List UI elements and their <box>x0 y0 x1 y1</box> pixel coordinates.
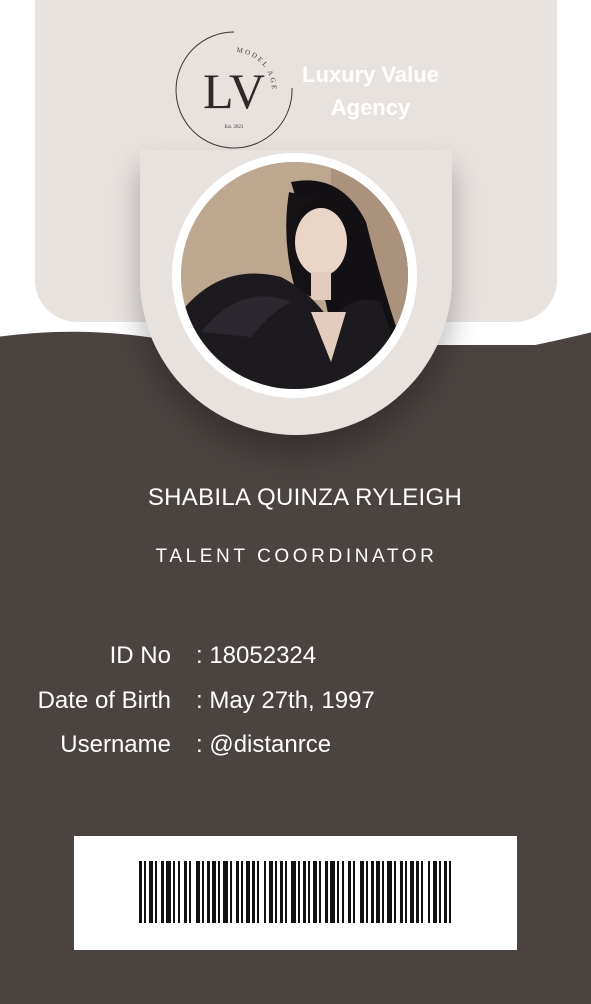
logo-established: Est. 2023 <box>225 125 244 130</box>
barcode-bar <box>433 861 437 923</box>
barcode-bar <box>319 861 321 923</box>
barcode-bar <box>444 861 447 923</box>
person-name: SHABILA QUINZA RYLEIGH <box>147 484 463 511</box>
barcode-bar <box>291 861 296 923</box>
barcode-bar <box>382 861 384 923</box>
barcode-bar <box>246 861 250 923</box>
barcode-bar <box>394 861 396 923</box>
barcode-bar <box>257 861 259 923</box>
barcode-bar <box>428 861 430 923</box>
barcode-bar <box>144 861 146 923</box>
barcode-bar <box>313 861 317 923</box>
barcode-bar <box>449 861 451 923</box>
barcode-panel <box>74 836 517 950</box>
barcode-bar <box>285 861 287 923</box>
barcode-bar <box>212 861 216 923</box>
barcode-bar <box>269 861 273 923</box>
barcode-bar <box>421 861 423 923</box>
agency-name: Luxury Value Agency <box>298 58 443 124</box>
username-value: : @distanrce <box>196 731 332 758</box>
barcode-bar <box>155 861 157 923</box>
barcode-bar <box>298 861 300 923</box>
barcode-bar <box>325 861 328 923</box>
barcode-bar <box>303 861 306 923</box>
barcode-bar <box>184 861 187 923</box>
barcode-bar <box>366 861 368 923</box>
barcode-bar <box>360 861 364 923</box>
id-value: : 18052324 <box>196 642 317 669</box>
agency-logo: LV MODEL AGENCY Est. 2023 <box>174 30 293 149</box>
dob-label: Date of Birth <box>37 687 171 714</box>
barcode-bar <box>348 861 351 923</box>
barcode-bar <box>337 861 339 923</box>
barcode-bar <box>376 861 380 923</box>
barcode-bar <box>387 861 392 923</box>
barcode-bar <box>252 861 255 923</box>
barcode-bar <box>218 861 220 923</box>
barcode-bar <box>280 861 283 923</box>
barcode-bar <box>161 861 164 923</box>
barcode-bar <box>207 861 210 923</box>
barcode-bar <box>400 861 403 923</box>
barcode-bar <box>236 861 239 923</box>
barcode-bar <box>416 861 419 923</box>
barcode-bar <box>139 861 142 923</box>
barcode-bar <box>230 861 232 923</box>
barcode-bar <box>166 861 171 923</box>
barcode-bar <box>330 861 335 923</box>
barcode-bar <box>149 861 153 923</box>
barcode-bar <box>178 861 180 923</box>
username-label: Username <box>60 731 171 758</box>
logo-monogram: LV <box>203 63 265 119</box>
dob-value: : May 27th, 1997 <box>196 687 375 714</box>
barcode-bar <box>410 861 414 923</box>
barcode-bar <box>189 861 191 923</box>
barcode-bar <box>405 861 407 923</box>
barcode-bar <box>342 861 344 923</box>
id-label: ID No <box>109 642 171 669</box>
barcode-bar <box>371 861 374 923</box>
barcode-bar <box>173 861 175 923</box>
barcode-bar <box>275 861 277 923</box>
barcode-bar <box>264 861 266 923</box>
barcode-bar <box>241 861 243 923</box>
barcode-bar <box>439 861 441 923</box>
agency-name-line1: Luxury Value <box>302 62 439 87</box>
profile-photo <box>181 162 408 389</box>
barcode-bar <box>196 861 200 923</box>
barcode-bar <box>308 861 310 923</box>
agency-name-line2: Agency <box>330 95 411 120</box>
barcode-bar <box>353 861 355 923</box>
barcode-bar <box>223 861 228 923</box>
barcode <box>139 861 451 923</box>
job-title: TALENT COORDINATOR <box>155 546 438 567</box>
barcode-bar <box>202 861 204 923</box>
profile-portrait-illustration <box>181 162 408 389</box>
